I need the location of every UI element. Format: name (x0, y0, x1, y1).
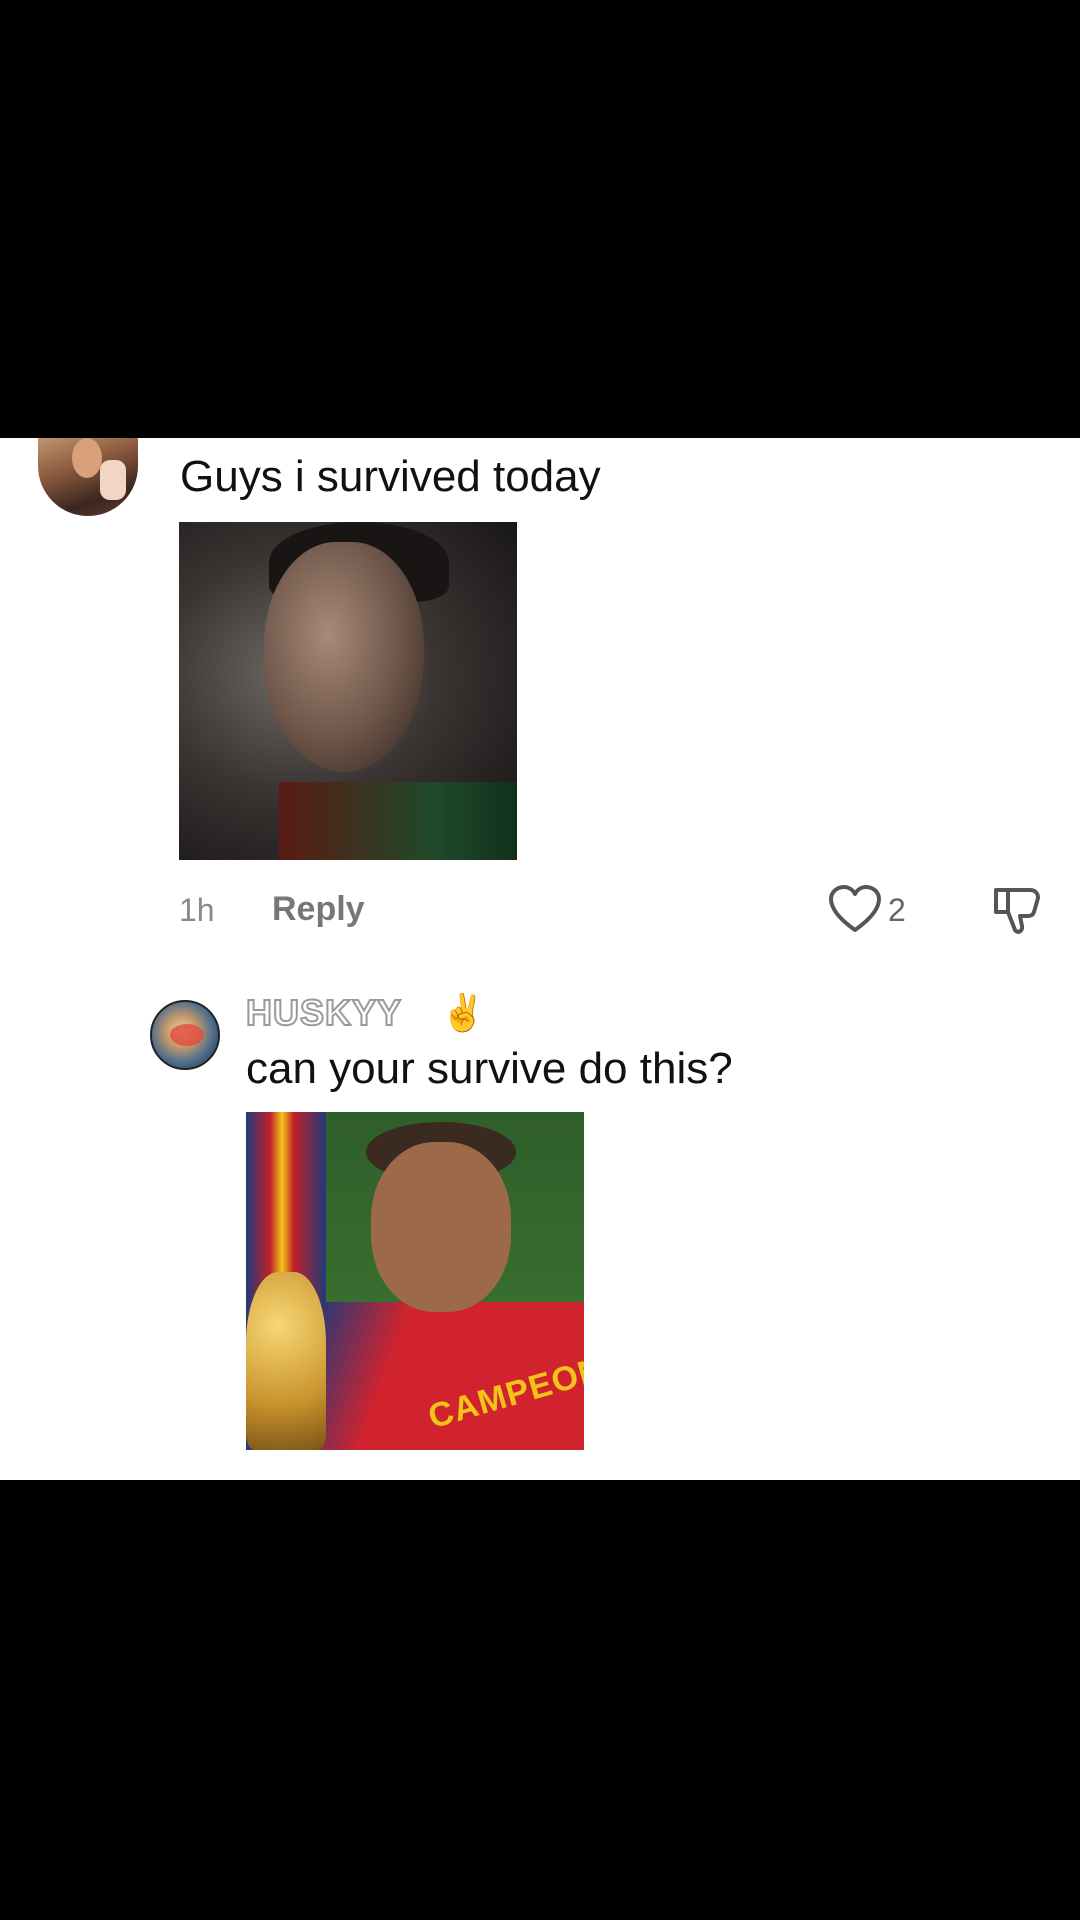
screen: Guys i survived today 1h Reply 2 HUSKYY😪… (0, 0, 1080, 1920)
like-button[interactable] (828, 884, 882, 934)
comment-photo[interactable]: CAMPEON (246, 1112, 584, 1450)
comment-time: 1h (179, 892, 215, 928)
username[interactable]: HUSKYY😪✌️ (245, 991, 487, 1034)
comment-panel: Guys i survived today 1h Reply 2 HUSKYY😪… (0, 438, 1080, 1480)
avatar[interactable] (150, 1000, 220, 1070)
heart-outline-icon (829, 885, 881, 932)
username-text: HUSKYY (245, 991, 403, 1034)
comment-photo[interactable] (179, 522, 517, 860)
reply-button[interactable]: Reply (272, 890, 365, 929)
thumbs-down-outline-icon (994, 888, 1040, 934)
photo-head (264, 542, 424, 772)
comment-text: Guys i survived today (180, 452, 601, 501)
trophy-image (246, 1272, 326, 1450)
avatar[interactable] (38, 438, 138, 516)
photo-shirt (279, 782, 517, 860)
avatar-detail (170, 1024, 204, 1046)
username-emoji: 😪✌️ (402, 992, 487, 1033)
avatar-face (72, 438, 102, 478)
comment-text: can your survive do this? (246, 1044, 733, 1093)
photo-face (371, 1142, 511, 1312)
avatar-hand (100, 460, 126, 500)
like-count: 2 (888, 892, 906, 928)
dislike-button[interactable] (990, 882, 1044, 936)
